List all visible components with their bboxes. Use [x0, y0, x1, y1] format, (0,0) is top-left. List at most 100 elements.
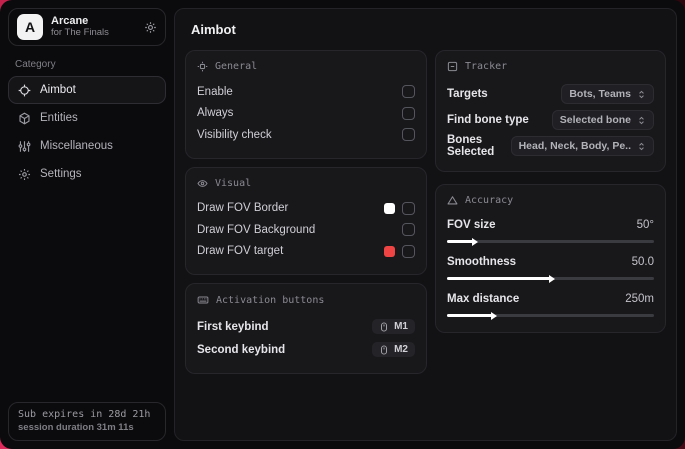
category-label: Category: [15, 59, 56, 70]
sidebar-item-miscellaneous[interactable]: Miscellaneous: [8, 132, 166, 160]
setting-label: Enable: [197, 85, 233, 98]
dropdown-value: Head, Neck, Body, Pe..: [518, 140, 631, 152]
setting-label: Targets: [447, 88, 488, 100]
max-distance-slider[interactable]: [447, 311, 654, 320]
visual-card-title: Visual: [215, 177, 252, 189]
keybind-value: M1: [394, 321, 408, 332]
setting-row-find-bone-type: Find bone type Selected bone: [447, 107, 654, 133]
subscription-info: Sub expires in 28d 21h session duration …: [8, 402, 166, 441]
visual-card: Visual Draw FOV Border Draw FOV Backgrou…: [185, 166, 427, 275]
always-checkbox[interactable]: [402, 106, 415, 120]
general-card-title: General: [215, 61, 258, 72]
sidebar-item-label: Entities: [40, 112, 78, 124]
general-card: General Enable Always Visibility check: [185, 50, 427, 159]
setting-row-first-keybind: First keybind M1: [197, 315, 415, 338]
setting-label: Max distance: [447, 293, 520, 305]
dropdown-value: Bots, Teams: [569, 88, 631, 100]
setting-label: Second keybind: [197, 343, 286, 356]
entities-icon: [18, 112, 31, 125]
target-icon: [197, 61, 208, 72]
sidebar-item-label: Settings: [40, 168, 82, 180]
page-title: Aimbot: [191, 22, 236, 37]
draw-fov-background-checkbox[interactable]: [402, 223, 415, 237]
setting-label: Bones Selected: [447, 134, 495, 158]
setting-row-targets: Targets Bots, Teams: [447, 81, 654, 107]
mouse-icon: [379, 344, 389, 355]
setting-row-draw-fov-border: Draw FOV Border: [197, 198, 415, 220]
brand-header: A Arcane for The Finals: [8, 8, 166, 46]
second-keybind-button[interactable]: M2: [372, 342, 415, 357]
mouse-icon: [379, 321, 389, 332]
sidebar: A Arcane for The Finals Category Aimbot: [8, 8, 166, 441]
setting-row-bones-selected: Bones Selected Head, Neck, Body, Pe..: [447, 133, 654, 159]
app-logo: A: [17, 14, 43, 40]
triangle-icon: [447, 195, 458, 206]
fov-target-color-swatch[interactable]: [384, 245, 395, 257]
fov-border-color-swatch[interactable]: [384, 202, 395, 214]
tracker-card-header: Tracker: [447, 61, 654, 72]
accuracy-card: Accuracy FOV size 50° Smoothness 50.0 Ma…: [435, 184, 666, 333]
targets-dropdown[interactable]: Bots, Teams: [561, 84, 654, 104]
tracker-card: Tracker Targets Bots, Teams Find bone ty…: [435, 50, 666, 172]
general-card-header: General: [197, 61, 415, 72]
chevrons-up-down-icon: [637, 142, 646, 151]
eye-icon: [197, 178, 208, 189]
dropdown-value: Selected bone: [559, 114, 631, 126]
keyboard-icon: [197, 294, 209, 306]
visibility-check-checkbox[interactable]: [402, 128, 415, 142]
setting-row-draw-fov-target: Draw FOV target: [197, 241, 415, 263]
crosshair-icon: [18, 84, 31, 97]
bones-selected-dropdown[interactable]: Head, Neck, Body, Pe..: [510, 136, 654, 156]
setting-label: Always: [197, 107, 234, 120]
smoothness-setting: Smoothness 50.0: [447, 252, 654, 283]
activation-card-title: Activation buttons: [216, 294, 325, 306]
enable-checkbox[interactable]: [402, 85, 415, 99]
sidebar-item-label: Miscellaneous: [40, 140, 113, 152]
settings-gear-icon: [18, 168, 31, 181]
max-distance-setting: Max distance 250m: [447, 289, 654, 320]
slider-thumb[interactable]: [471, 237, 478, 246]
setting-label: First keybind: [197, 320, 269, 333]
slider-thumb[interactable]: [490, 311, 497, 320]
gear-icon[interactable]: [144, 21, 157, 34]
sidebar-item-label: Aimbot: [40, 84, 76, 96]
setting-label: Smoothness: [447, 256, 517, 268]
sidebar-item-settings[interactable]: Settings: [8, 160, 166, 188]
find-bone-type-dropdown[interactable]: Selected bone: [551, 110, 654, 130]
fov-size-slider[interactable]: [447, 237, 654, 246]
setting-row-enable: Enable: [197, 81, 415, 103]
setting-label: FOV size: [447, 219, 496, 231]
sidebar-item-aimbot[interactable]: Aimbot: [8, 76, 166, 104]
sidebar-item-entities[interactable]: Entities: [8, 104, 166, 132]
smoothness-slider[interactable]: [447, 274, 654, 283]
tracker-card-title: Tracker: [465, 61, 508, 72]
first-keybind-button[interactable]: M1: [372, 319, 415, 334]
accuracy-card-header: Accuracy: [447, 195, 654, 206]
setting-label: Draw FOV target: [197, 245, 284, 258]
slider-thumb[interactable]: [548, 274, 555, 283]
setting-row-draw-fov-background: Draw FOV Background: [197, 219, 415, 241]
keybind-value: M2: [394, 344, 408, 355]
draw-fov-border-checkbox[interactable]: [402, 201, 415, 215]
sliders-icon: [18, 140, 31, 153]
accuracy-card-title: Accuracy: [465, 195, 514, 206]
smoothness-value: 50.0: [631, 256, 654, 268]
session-duration-text: session duration 31m 11s: [18, 422, 134, 433]
brand-text: Arcane for The Finals: [51, 15, 109, 39]
app-window: A Arcane for The Finals Category Aimbot: [0, 0, 685, 449]
max-distance-value: 250m: [625, 293, 654, 305]
setting-label: Find bone type: [447, 114, 529, 126]
setting-label: Visibility check: [197, 128, 272, 141]
draw-fov-target-checkbox[interactable]: [402, 244, 415, 258]
chevrons-up-down-icon: [637, 116, 646, 125]
chevrons-up-down-icon: [637, 90, 646, 99]
fov-size-setting: FOV size 50°: [447, 215, 654, 246]
activation-card-header: Activation buttons: [197, 294, 415, 306]
app-name: Arcane: [51, 15, 89, 28]
setting-row-second-keybind: Second keybind M2: [197, 338, 415, 361]
setting-row-always: Always: [197, 103, 415, 125]
sub-expiry-text: Sub expires in 28d 21h: [18, 409, 151, 420]
setting-label: Draw FOV Background: [197, 223, 316, 236]
activation-card: Activation buttons First keybind M1 Seco…: [185, 283, 427, 374]
app-subtitle: for The Finals: [51, 26, 109, 38]
